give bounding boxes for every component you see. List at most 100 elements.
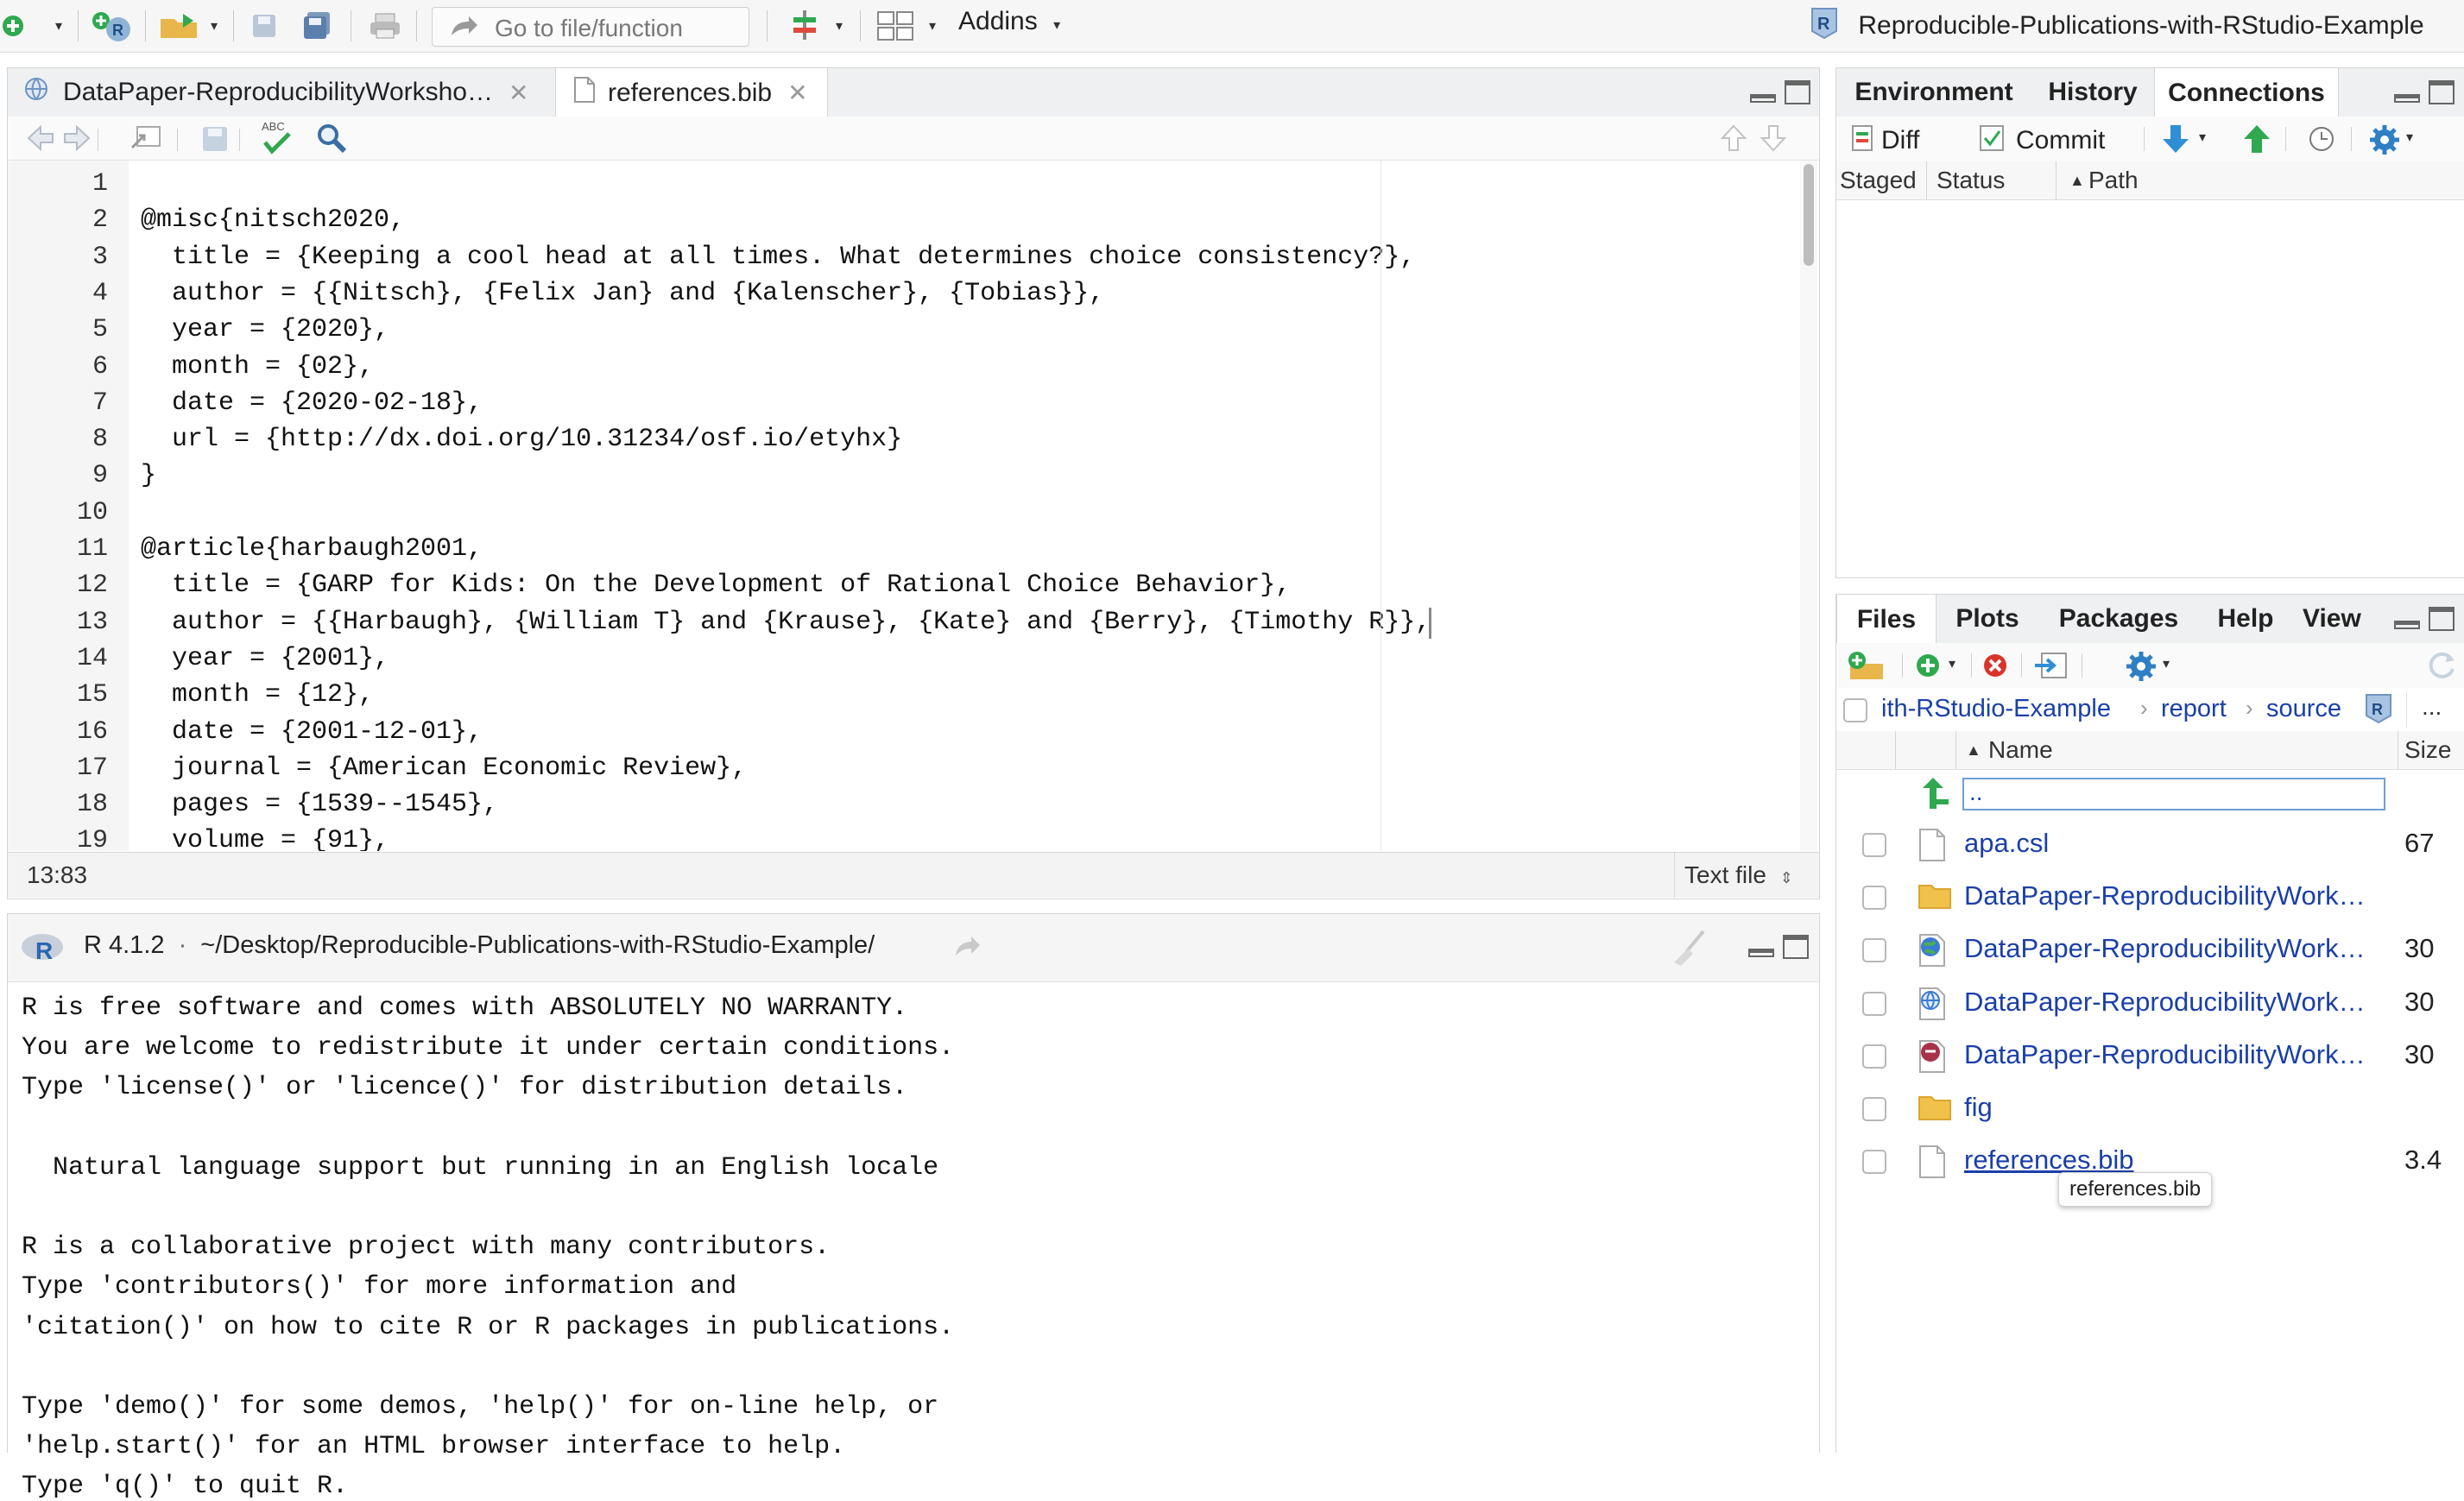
code-line[interactable]: } <box>141 461 156 490</box>
file-name-link[interactable]: DataPaper-ReproducibilityWork… <box>1964 987 2366 1018</box>
file-name-link[interactable]: fig <box>1964 1092 1993 1123</box>
code-line[interactable]: date = {2001-12-01}, <box>141 717 483 747</box>
tab-help[interactable]: Help <box>2197 595 2294 643</box>
tab-history[interactable]: History <box>2031 68 2154 117</box>
refresh-icon[interactable] <box>2425 650 2458 687</box>
save-all-icon[interactable] <box>300 9 335 43</box>
file-row[interactable]: apa.csl 67 <box>1836 821 2464 869</box>
code-line[interactable]: date = {2020-02-18}, <box>141 388 483 418</box>
maximize-icon[interactable] <box>1783 935 1809 959</box>
minimize-icon[interactable] <box>2394 94 2420 103</box>
code-line[interactable]: month = {02}, <box>141 352 374 382</box>
chevron-down-icon[interactable]: ▾ <box>205 9 223 43</box>
delete-icon[interactable] <box>1981 652 2009 684</box>
new-file-icon[interactable] <box>0 9 26 43</box>
editor-tab-references-bib[interactable]: references.bib ✕ <box>555 68 828 117</box>
file-checkbox[interactable] <box>1862 1097 1886 1121</box>
close-icon[interactable]: ✕ <box>509 79 528 107</box>
chevron-down-icon[interactable]: ▾ <box>50 9 67 43</box>
breadcrumb-item[interactable]: ith-RStudio-Example <box>1881 695 2111 723</box>
editor-tab-rmd[interactable]: DataPaper-ReproducibilityWorksho… ✕ <box>23 68 547 117</box>
code-line[interactable]: title = {GARP for Kids: On the Developme… <box>141 571 1291 600</box>
maximize-icon[interactable] <box>2429 607 2455 631</box>
select-all-checkbox[interactable] <box>1843 698 1867 722</box>
show-in-window-icon[interactable] <box>129 123 163 157</box>
chevron-down-icon[interactable]: ▾ <box>2406 129 2413 146</box>
editor-scrollbar[interactable] <box>1800 161 1817 851</box>
tab-files[interactable]: Files <box>1836 595 1936 644</box>
minimize-icon[interactable] <box>2394 621 2420 629</box>
working-directory[interactable]: ~/Desktop/Reproducible-Publications-with… <box>200 931 875 959</box>
code-line[interactable]: pages = {1539--1545}, <box>141 790 498 819</box>
push-arrow-icon[interactable] <box>2242 123 2271 159</box>
code-line[interactable]: title = {Keeping a cool head at all time… <box>141 243 1415 272</box>
project-menu[interactable]: R Reproducible-Publications-with-RStudio… <box>1808 7 2424 47</box>
minimize-icon[interactable] <box>1750 94 1776 103</box>
breadcrumb-item[interactable]: source <box>2266 695 2341 723</box>
file-row[interactable]: DataPaper-ReproducibilityWork… 30 <box>1836 1032 2464 1081</box>
new-project-icon[interactable]: R <box>90 9 133 43</box>
file-name-link[interactable]: DataPaper-ReproducibilityWork… <box>1964 880 2366 911</box>
addins-menu[interactable]: Addins ▾ <box>958 7 1060 36</box>
code-line[interactable]: month = {12}, <box>141 680 374 710</box>
code-line[interactable]: url = {http://dx.doi.org/10.31234/osf.io… <box>141 425 902 454</box>
parent-directory-row[interactable]: .. <box>1836 771 2464 819</box>
rename-icon[interactable] <box>2033 650 2069 685</box>
chevron-down-icon[interactable]: ▾ <box>2163 655 2170 672</box>
chevron-down-icon[interactable]: ▾ <box>2199 129 2206 146</box>
forward-arrow-icon[interactable] <box>61 123 92 157</box>
breadcrumb-item[interactable]: report <box>2161 695 2227 723</box>
col-size[interactable]: Size <box>2404 736 2451 764</box>
col-path[interactable]: Path <box>2088 167 2139 194</box>
new-folder-icon[interactable] <box>1847 650 1886 687</box>
history-clock-icon[interactable] <box>2308 125 2335 157</box>
file-type-selector[interactable]: Text file ⇕ <box>1684 861 1793 889</box>
code-line[interactable]: year = {2020}, <box>141 315 389 344</box>
tab-plots[interactable]: Plots <box>1935 595 2040 643</box>
back-arrow-icon[interactable] <box>25 123 56 157</box>
pull-arrow-icon[interactable] <box>2161 123 2190 159</box>
code-line[interactable]: author = {{Harbaugh}, {William T} and {K… <box>141 608 1431 637</box>
file-name-link[interactable]: references.bib <box>1964 1145 2133 1176</box>
code-line[interactable]: author = {{Nitsch}, {Felix Jan} and {Kal… <box>141 279 1104 308</box>
gear-icon[interactable] <box>2368 123 2401 161</box>
col-staged[interactable]: Staged <box>1840 167 1917 194</box>
tab-viewer[interactable]: View <box>2303 595 2363 643</box>
file-name-link[interactable]: DataPaper-ReproducibilityWork… <box>1964 933 2366 964</box>
maximize-icon[interactable] <box>2429 80 2455 104</box>
col-name[interactable]: Name <box>1988 736 2053 764</box>
commit-button[interactable]: Commit <box>1980 125 2105 158</box>
file-checkbox[interactable] <box>1862 833 1886 857</box>
code-line[interactable]: @article{harbaugh2001, <box>141 534 483 564</box>
git-icon[interactable] <box>787 9 822 43</box>
save-icon[interactable] <box>201 123 229 157</box>
file-checkbox[interactable] <box>1862 991 1886 1016</box>
code-area[interactable]: @misc{nitsch2020, title = {Keeping a coo… <box>136 161 1793 851</box>
goto-file-input[interactable]: Go to file/function <box>432 7 749 47</box>
file-row[interactable]: DataPaper-ReproducibilityWork… 30 <box>1836 926 2464 974</box>
project-r-icon[interactable]: R <box>2363 693 2394 728</box>
goto-dir-icon[interactable] <box>952 933 982 963</box>
chevron-down-icon[interactable]: ▾ <box>924 9 941 43</box>
diff-button[interactable]: Diff <box>1852 125 1919 158</box>
col-status[interactable]: Status <box>1936 167 2005 194</box>
file-name-link[interactable]: DataPaper-ReproducibilityWork… <box>1964 1039 2366 1070</box>
file-row[interactable]: DataPaper-ReproducibilityWork… <box>1836 873 2464 922</box>
more-button[interactable]: ... <box>2422 693 2442 721</box>
chevron-down-icon[interactable]: ▾ <box>1949 655 1955 672</box>
file-name-link[interactable]: apa.csl <box>1964 828 2049 859</box>
new-blank-file-icon[interactable] <box>1914 652 1942 684</box>
save-icon[interactable] <box>247 9 281 43</box>
arrow-up-icon[interactable] <box>1720 123 1747 157</box>
file-checkbox[interactable] <box>1862 886 1886 911</box>
parent-dir-link[interactable]: .. <box>1962 778 2385 810</box>
spellcheck-icon[interactable]: ABC <box>258 118 298 161</box>
arrow-down-icon[interactable] <box>1760 123 1787 157</box>
file-checkbox[interactable] <box>1862 1044 1886 1069</box>
code-line[interactable]: @misc{nitsch2020, <box>141 205 405 235</box>
tab-environment[interactable]: Environment <box>1836 68 2031 117</box>
maximize-icon[interactable] <box>1785 80 1810 104</box>
code-line[interactable]: year = {2001}, <box>141 644 389 673</box>
tab-packages[interactable]: Packages <box>2040 595 2197 643</box>
scrollbar-thumb[interactable] <box>1804 164 1814 266</box>
